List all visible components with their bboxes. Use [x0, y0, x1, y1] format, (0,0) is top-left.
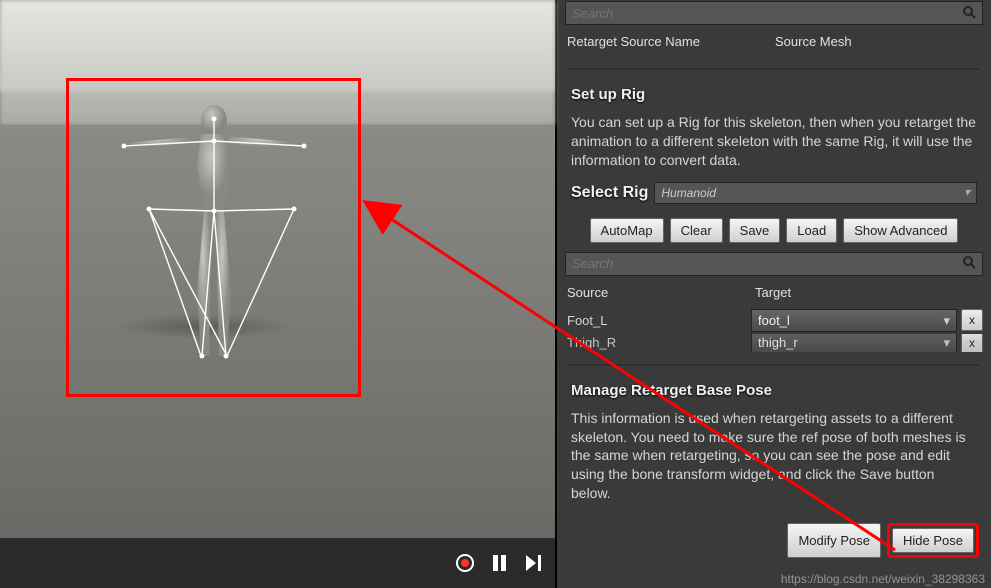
details-panel: Retarget Source Name Source Mesh Set up …: [557, 0, 991, 588]
search-input-row[interactable]: [565, 1, 983, 25]
record-button[interactable]: [455, 553, 475, 573]
automap-button[interactable]: AutoMap: [590, 218, 664, 243]
header-retarget-source-name[interactable]: Retarget Source Name: [557, 31, 765, 52]
mapping-headers: Source Target: [557, 278, 991, 307]
skeleton-mesh[interactable]: [79, 91, 349, 391]
hide-pose-button[interactable]: Hide Pose: [892, 528, 974, 553]
search-icon: [962, 5, 976, 22]
save-button[interactable]: Save: [729, 218, 781, 243]
mapping-search-row[interactable]: [565, 252, 983, 276]
mapping-clear-button[interactable]: x: [961, 334, 983, 352]
viewport[interactable]: [0, 0, 557, 588]
pose-button-row: Modify Pose Hide Pose: [557, 519, 991, 562]
header-source-mesh[interactable]: Source Mesh: [765, 31, 991, 52]
retarget-source-search[interactable]: [572, 6, 962, 21]
divider: [569, 68, 979, 70]
mapping-source: Foot_L: [565, 309, 747, 332]
viewport-controls: [0, 538, 555, 588]
select-rig-label: Select Rig: [571, 184, 648, 202]
manage-pose-title: Manage Retarget Base Pose: [557, 378, 991, 403]
manage-pose-description: This information is used when retargetin…: [557, 403, 991, 509]
mapping-search-input[interactable]: [572, 256, 962, 271]
setup-rig-description: You can set up a Rig for this skeleton, …: [557, 107, 991, 176]
mapping-source: Thigh_R: [565, 334, 747, 352]
show-advanced-button[interactable]: Show Advanced: [843, 218, 958, 243]
load-button[interactable]: Load: [786, 218, 837, 243]
divider: [569, 364, 979, 366]
mapping-clear-button[interactable]: x: [961, 309, 983, 331]
mapping-row: Thigh_R thigh_r x: [557, 334, 991, 352]
step-button[interactable]: [523, 553, 543, 573]
setup-rig-title: Set up Rig: [557, 82, 991, 107]
select-rig-dropdown[interactable]: Humanoid: [654, 182, 977, 204]
watermark: https://blog.csdn.net/weixin_38298363: [781, 572, 985, 586]
retarget-source-headers: Retarget Source Name Source Mesh: [557, 27, 991, 56]
header-target[interactable]: Target: [745, 282, 991, 303]
rig-button-row: AutoMap Clear Save Load Show Advanced: [557, 210, 991, 251]
mapping-row: Foot_L foot_l x: [557, 307, 991, 334]
mapping-target-dropdown[interactable]: foot_l: [751, 309, 957, 332]
search-icon: [962, 255, 976, 272]
header-source[interactable]: Source: [557, 282, 745, 303]
pause-button[interactable]: [489, 553, 509, 573]
modify-pose-button[interactable]: Modify Pose: [787, 523, 881, 558]
highlight-viewport-box: [66, 78, 361, 397]
highlight-hide-pose: Hide Pose: [887, 523, 979, 558]
mapping-target-dropdown[interactable]: thigh_r: [751, 334, 957, 352]
clear-button[interactable]: Clear: [670, 218, 723, 243]
